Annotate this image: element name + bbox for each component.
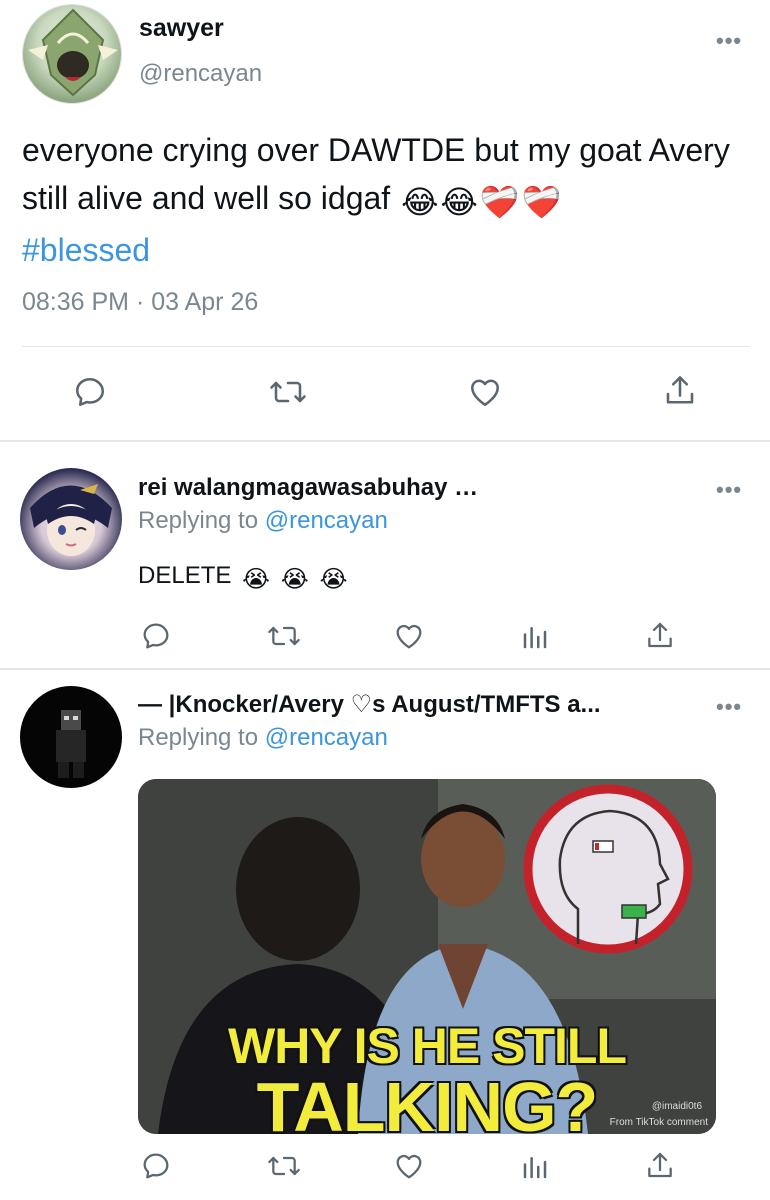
more-options-icon[interactable]: ••• (716, 28, 742, 54)
author-display-name[interactable]: sawyer (139, 14, 224, 43)
share-icon[interactable] (662, 372, 698, 410)
reply-media-image[interactable]: WHY IS HE STILL TALKING? @imaidi0t6 From… (138, 779, 716, 1134)
watermark-handle: @imaidi0t6 (651, 1101, 702, 1112)
joy-emoji-icon: 😂 (401, 184, 439, 220)
author-handle[interactable]: @rencayan (139, 60, 262, 88)
analytics-icon[interactable] (520, 1152, 550, 1182)
main-avatar[interactable] (22, 4, 122, 104)
mending-heart-emoji-icon: ❤️‍🩹 (479, 184, 520, 220)
replying-to-line: Replying to @rencayan (138, 507, 388, 535)
reply-avatar[interactable] (20, 468, 122, 570)
tweet-text: everyone crying over DAWTDE but my goat … (22, 126, 752, 274)
reply-icon[interactable] (140, 1150, 172, 1182)
loudly-crying-emoji-icon: 😭 (319, 566, 348, 593)
retweet-icon[interactable] (266, 620, 302, 652)
loudly-crying-emoji-icon: 😭 (280, 566, 309, 593)
reply-display-name[interactable]: rei walangmagawasabuhay … (138, 474, 478, 502)
divider (0, 668, 770, 670)
reply-icon[interactable] (72, 374, 108, 410)
mention-link[interactable]: @rencayan (265, 724, 388, 751)
watermark-source: From TikTok comment (609, 1117, 708, 1128)
tweet-body: everyone crying over DAWTDE but my goat … (22, 132, 730, 216)
replying-to-label: Replying to (138, 724, 259, 751)
analytics-icon[interactable] (520, 622, 550, 652)
tweet-timestamp[interactable]: 08:36 PM · 03 Apr 26 (22, 288, 258, 317)
divider (22, 346, 750, 347)
reply-body: DELETE (138, 562, 232, 589)
reply-text: DELETE 😭 😭 😭 (138, 562, 348, 594)
mention-link[interactable]: @rencayan (265, 507, 388, 534)
more-options-icon[interactable]: ••• (716, 694, 742, 720)
retweet-icon[interactable] (266, 1150, 302, 1182)
more-options-icon[interactable]: ••• (716, 477, 742, 503)
retweet-icon[interactable] (268, 374, 308, 410)
loudly-crying-emoji-icon: 😭 (242, 566, 271, 593)
like-icon[interactable] (392, 620, 426, 652)
replying-to-line: Replying to @rencayan (138, 724, 388, 752)
reply-display-name[interactable]: — |Knocker/Avery ♡s August/TMFTS a... (138, 690, 601, 719)
share-icon[interactable] (644, 1149, 676, 1183)
like-icon[interactable] (466, 374, 504, 410)
mending-heart-emoji-icon: ❤️‍🩹 (521, 184, 562, 220)
divider (0, 440, 770, 442)
hashtag-link[interactable]: #blessed (22, 232, 150, 268)
share-icon[interactable] (644, 619, 676, 653)
replying-to-label: Replying to (138, 507, 259, 534)
like-icon[interactable] (392, 1150, 426, 1182)
joy-emoji-icon: 😂 (440, 184, 478, 220)
reply-icon[interactable] (140, 620, 172, 652)
reply-avatar[interactable] (20, 686, 122, 788)
